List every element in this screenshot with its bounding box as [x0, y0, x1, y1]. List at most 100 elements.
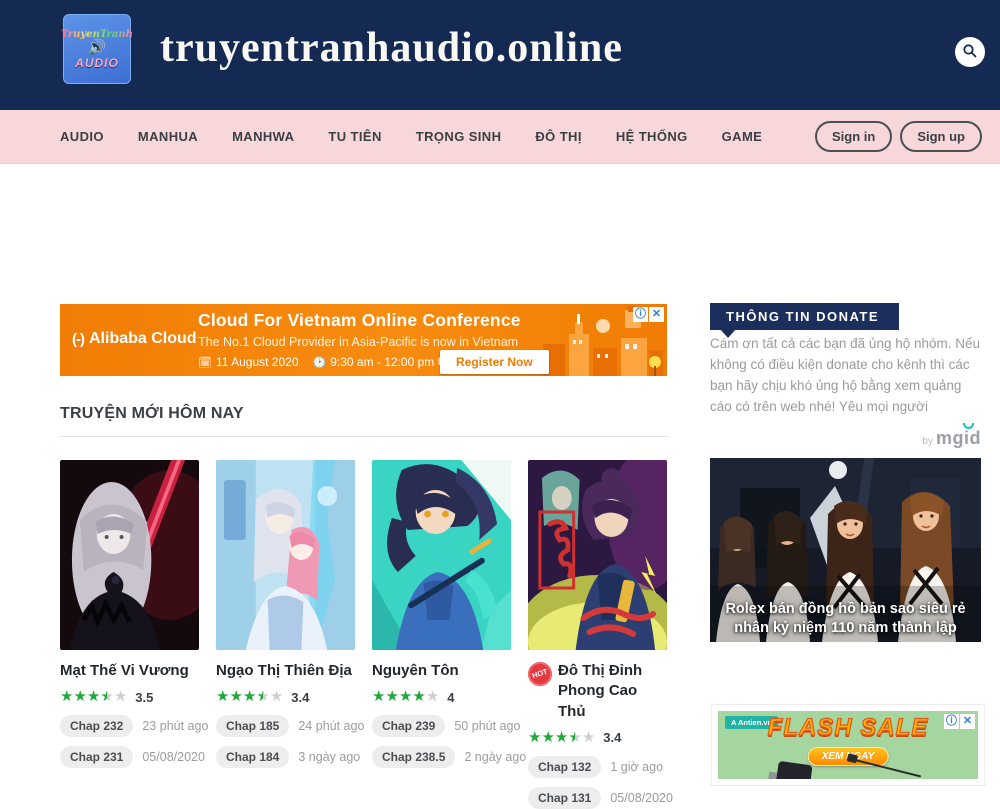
- star-icon: ★: [60, 688, 73, 705]
- star-icon: ★: [412, 688, 425, 705]
- banner-ad-date: 11 August 2020: [216, 355, 299, 369]
- logo-text-top: TruyenTranh: [61, 29, 133, 40]
- comic-cover-art: [216, 460, 355, 650]
- site-logo[interactable]: TruyenTranh 🔊 AUDIO: [63, 14, 131, 84]
- chapter-time: 05/08/2020: [142, 750, 205, 764]
- photo-ad-caption: Rolex bán đồng hồ bản sao siêu rẻ nhân k…: [716, 600, 975, 638]
- comic-title[interactable]: Mạt Thế Vi Vương: [60, 661, 199, 681]
- comic-card-do-thi-dinh-phong-cao-thu: HOT Đô Thị Đỉnh Phong Cao Thủ ★★★★★ 3.4 …: [528, 460, 667, 809]
- star-icon: ★: [229, 688, 242, 705]
- ad-close-icon[interactable]: ✕: [960, 714, 975, 729]
- chapter-badge[interactable]: Chap 131: [528, 787, 601, 809]
- nav-item-trong-sinh[interactable]: TRỌNG SINH: [416, 129, 502, 144]
- ad-close-icon[interactable]: ✕: [649, 307, 664, 322]
- star-icon: ★: [114, 688, 127, 705]
- chapter-row: Chap 239 50 phút ago: [372, 715, 511, 737]
- comic-cover-art: [372, 460, 511, 650]
- rating-value: 3.4: [291, 690, 309, 705]
- adchoices-controls: ⓘ ✕: [944, 714, 975, 729]
- nav-items: AUDIO MANHUA MANHWA TU TIÊN TRỌNG SINH Đ…: [60, 129, 762, 144]
- comic-cover[interactable]: [528, 460, 667, 650]
- comic-cover-art: [528, 460, 667, 650]
- chapter-badge[interactable]: Chap 132: [528, 756, 601, 778]
- chapter-time: 3 ngày ago: [298, 750, 360, 764]
- banner-ad-subtitle: The No.1 Cloud Provider in Asia-Pacific …: [198, 335, 518, 349]
- nav-item-do-thi[interactable]: ĐÔ THỊ: [535, 129, 581, 144]
- star-icon: ★: [256, 688, 269, 705]
- auth-buttons: Sign in Sign up: [815, 121, 982, 152]
- chapter-time: 1 giờ ago: [610, 760, 663, 774]
- chapter-row: Chap 231 05/08/2020: [60, 746, 199, 768]
- star-icon: ★: [243, 688, 256, 705]
- comic-title[interactable]: HOT Đô Thị Đỉnh Phong Cao Thủ: [528, 661, 667, 722]
- flash-sale-ad[interactable]: A Antien.vn FLASH SALE XEM NGAY ⓘ ✕: [712, 705, 984, 785]
- ad-info-icon[interactable]: ⓘ: [944, 714, 959, 729]
- chapter-badge[interactable]: Chap 184: [216, 746, 289, 768]
- rating-value: 3.5: [135, 690, 153, 705]
- star-icon: ★: [270, 688, 283, 705]
- chapter-row: Chap 238.5 2 ngày ago: [372, 746, 511, 768]
- star-icon: ★: [426, 688, 439, 705]
- star-rating: ★★★★★: [60, 688, 127, 706]
- chapter-time: 50 phút ago: [454, 719, 520, 733]
- rating-value: 3.4: [603, 730, 621, 745]
- ad-info-icon[interactable]: ⓘ: [633, 307, 648, 322]
- donate-text: Cám ơn tất cả các bạn đã ủng hộ nhóm. Nế…: [710, 334, 984, 418]
- mgid-attribution[interactable]: bymgid: [710, 428, 981, 449]
- register-now-button[interactable]: Register Now: [440, 350, 549, 374]
- comic-title[interactable]: Ngạo Thị Thiên Địa: [216, 661, 355, 681]
- rating-row: ★★★★★ 4: [372, 688, 511, 706]
- chapter-row: Chap 184 3 ngày ago: [216, 746, 355, 768]
- rolex-photo-ad[interactable]: Rolex bán đồng hồ bản sao siêu rẻ nhân k…: [710, 458, 981, 642]
- star-icon: ★: [582, 729, 595, 746]
- comic-cover-art: [60, 460, 199, 650]
- star-icon: ★: [372, 688, 385, 705]
- chapter-row: Chap 131 05/08/2020: [528, 787, 667, 809]
- star-rating: ★★★★★: [528, 729, 595, 747]
- comic-cover[interactable]: [216, 460, 355, 650]
- chapter-badge[interactable]: Chap 239: [372, 715, 445, 737]
- star-icon: ★: [73, 688, 86, 705]
- star-rating: ★★★★★: [372, 688, 439, 706]
- star-icon: ★: [385, 688, 398, 705]
- nav-item-audio[interactable]: AUDIO: [60, 129, 104, 144]
- comic-cover[interactable]: [60, 460, 199, 650]
- star-icon: ★: [100, 688, 113, 705]
- nav-item-he-thong[interactable]: HỆ THỐNG: [616, 129, 688, 144]
- mgid-by-label: by: [922, 436, 933, 447]
- chapter-badge[interactable]: Chap 231: [60, 746, 133, 768]
- comic-title[interactable]: Nguyên Tôn: [372, 661, 511, 681]
- alibaba-banner-ad[interactable]: (-) Alibaba Cloud Cloud For Vietnam Onli…: [60, 304, 667, 376]
- nav-item-tu-tien[interactable]: TU TIÊN: [328, 129, 381, 144]
- rating-row: ★★★★★ 3.4: [216, 688, 355, 706]
- calendar-icon: 🗓: [198, 357, 212, 369]
- sign-up-button[interactable]: Sign up: [900, 121, 982, 152]
- mgid-logo: mgid: [936, 428, 981, 448]
- speaker-icon: 🔊: [88, 41, 107, 55]
- nav-item-game[interactable]: GAME: [722, 129, 763, 144]
- star-icon: ★: [216, 688, 229, 705]
- rating-row: ★★★★★ 3.4: [528, 729, 667, 747]
- rating-value: 4: [447, 690, 454, 705]
- phone-product-image: [773, 761, 812, 779]
- chapter-row: Chap 185 24 phút ago: [216, 715, 355, 737]
- section-divider: [60, 436, 667, 437]
- star-icon: ★: [555, 729, 568, 746]
- main-nav: AUDIO MANHUA MANHWA TU TIÊN TRỌNG SINH Đ…: [0, 110, 1000, 164]
- chapter-row: Chap 132 1 giờ ago: [528, 756, 667, 778]
- nav-item-manhwa[interactable]: MANHWA: [232, 129, 294, 144]
- chapter-badge[interactable]: Chap 185: [216, 715, 289, 737]
- comic-card-nguyen-ton: Nguyên Tôn ★★★★★ 4 Chap 239 50 phút ago …: [372, 460, 511, 809]
- chapter-badge[interactable]: Chap 238.5: [372, 746, 455, 768]
- chapter-badge[interactable]: Chap 232: [60, 715, 133, 737]
- chapter-row: Chap 232 23 phút ago: [60, 715, 199, 737]
- site-title[interactable]: truyentranhaudio.online: [160, 24, 623, 72]
- chapter-time: 24 phút ago: [298, 719, 364, 733]
- alibaba-logo-text: Alibaba Cloud: [89, 330, 197, 348]
- nav-item-manhua[interactable]: MANHUA: [138, 129, 198, 144]
- search-icon: [962, 43, 978, 62]
- sign-in-button[interactable]: Sign in: [815, 121, 892, 152]
- comic-cover[interactable]: [372, 460, 511, 650]
- flash-sale-ad-content: A Antien.vn FLASH SALE XEM NGAY ⓘ ✕: [718, 711, 978, 779]
- search-button[interactable]: [955, 37, 985, 67]
